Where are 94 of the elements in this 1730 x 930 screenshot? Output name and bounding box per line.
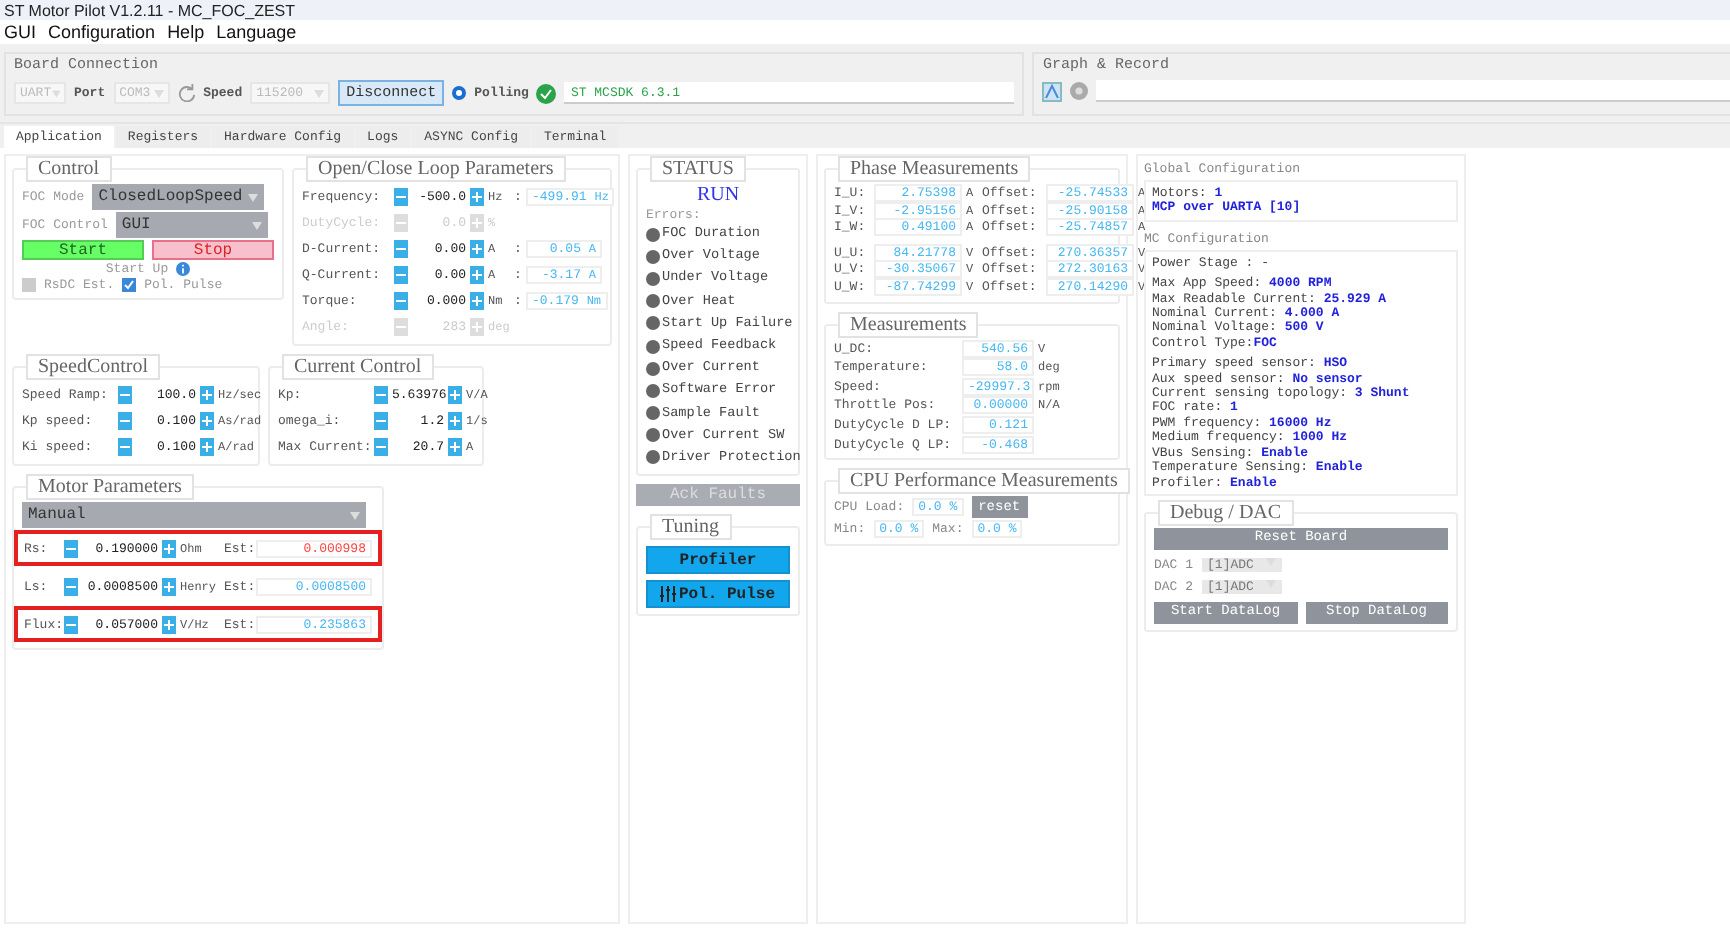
caret-icon — [1265, 557, 1276, 566]
plus-icon — [164, 543, 174, 553]
increment-button[interactable] — [200, 437, 214, 455]
group-title: Motor Parameters — [26, 474, 194, 500]
increment-button[interactable] — [470, 239, 484, 257]
increment-button[interactable] — [162, 539, 176, 557]
foc-mode-dropdown[interactable]: ClosedLoopSpeed — [92, 184, 265, 210]
increment-button[interactable] — [448, 411, 462, 429]
plus-icon — [202, 441, 212, 451]
group-title: Current Control — [282, 354, 434, 380]
decrement-button[interactable] — [394, 291, 408, 309]
menu-item[interactable]: Help — [167, 22, 205, 42]
increment-button[interactable] — [448, 385, 462, 403]
group-title: CPU Performance Measurements — [838, 468, 1130, 495]
menu-item[interactable]: GUI — [4, 22, 37, 42]
minus-icon — [120, 389, 130, 399]
plus-icon — [450, 415, 460, 425]
minus-icon — [396, 191, 406, 201]
tuning-button[interactable]: Profiler — [646, 546, 790, 575]
group-title: Debug / DAC — [1158, 499, 1294, 526]
minus-icon — [396, 295, 406, 305]
minus-icon — [396, 243, 406, 253]
menu-item[interactable]: Configuration — [48, 22, 156, 42]
increment-button[interactable] — [162, 615, 176, 633]
refresh-icon[interactable] — [177, 84, 196, 102]
minus-icon — [376, 415, 386, 425]
record-icon[interactable] — [1070, 82, 1089, 100]
minus-icon — [376, 389, 386, 399]
increment-button[interactable] — [448, 437, 462, 455]
polling-radio[interactable] — [452, 86, 467, 100]
plus-icon — [472, 243, 482, 253]
decrement-button[interactable] — [64, 539, 78, 557]
plus-icon — [450, 441, 460, 451]
increment-button[interactable] — [470, 291, 484, 309]
plus-icon — [164, 581, 174, 591]
plus-icon — [472, 217, 482, 227]
decrement-button[interactable] — [394, 187, 408, 205]
info-icon — [176, 262, 191, 276]
minus-icon — [396, 269, 406, 279]
group-title: Open/Close Loop Parameters — [306, 156, 566, 182]
plus-icon — [164, 619, 174, 629]
decrement-button[interactable] — [374, 411, 388, 429]
minus-icon — [376, 441, 386, 451]
plus-icon — [450, 389, 460, 399]
increment-button[interactable] — [470, 187, 484, 205]
caret-icon — [1265, 579, 1276, 588]
caret-icon — [350, 511, 360, 519]
caret-icon — [248, 193, 259, 201]
minus-icon — [396, 217, 406, 227]
decrement-button[interactable] — [64, 577, 78, 595]
plus-icon — [472, 295, 482, 305]
decrement-button[interactable] — [118, 385, 132, 403]
plus-icon — [202, 415, 212, 425]
group-title: Phase Measurements — [838, 156, 1031, 182]
decrement-button[interactable] — [394, 239, 408, 257]
minus-icon — [396, 321, 406, 331]
decrement-button[interactable] — [118, 437, 132, 455]
minus-icon — [120, 415, 130, 425]
plus-icon — [472, 191, 482, 201]
record-field[interactable] — [1096, 80, 1730, 102]
plus-icon — [472, 321, 482, 331]
increment-button[interactable] — [162, 577, 176, 595]
menu-item[interactable]: Language — [216, 22, 297, 42]
caret-icon — [251, 221, 262, 229]
check-icon — [536, 83, 557, 103]
decrement-button[interactable] — [64, 615, 78, 633]
decrement-button[interactable] — [118, 411, 132, 429]
minus-icon — [66, 543, 76, 553]
decrement-button[interactable] — [374, 385, 388, 403]
graph-icon[interactable] — [1042, 81, 1063, 101]
decrement-button[interactable] — [374, 437, 388, 455]
foc-control-dropdown[interactable]: GUI — [115, 212, 268, 238]
group-title: SpeedControl — [26, 354, 160, 380]
group-title: Measurements — [838, 311, 979, 338]
increment-button[interactable] — [200, 411, 214, 429]
checkbox[interactable] — [122, 278, 137, 292]
run-state: RUN — [694, 184, 742, 206]
minus-icon — [120, 441, 130, 451]
increment-button[interactable] — [470, 265, 484, 283]
plus-icon — [202, 389, 212, 399]
minus-icon — [66, 619, 76, 629]
minus-icon — [66, 581, 76, 591]
group-title: Control — [26, 156, 112, 182]
group-title: STATUS — [650, 156, 746, 182]
start-button[interactable]: Start — [22, 240, 144, 260]
plus-icon — [472, 269, 482, 279]
decrement-button[interactable] — [394, 265, 408, 283]
window-title: ST Motor Pilot V1.2.11 - MC_FOC_ZEST — [4, 1, 296, 19]
increment-button[interactable] — [200, 385, 214, 403]
group-title: Tuning — [650, 514, 732, 541]
tuning-button[interactable]: Pol. Pulse — [646, 580, 790, 609]
checkbox[interactable] — [22, 278, 36, 292]
sliders-icon — [660, 586, 677, 603]
mode-dropdown[interactable]: Manual — [22, 502, 366, 528]
